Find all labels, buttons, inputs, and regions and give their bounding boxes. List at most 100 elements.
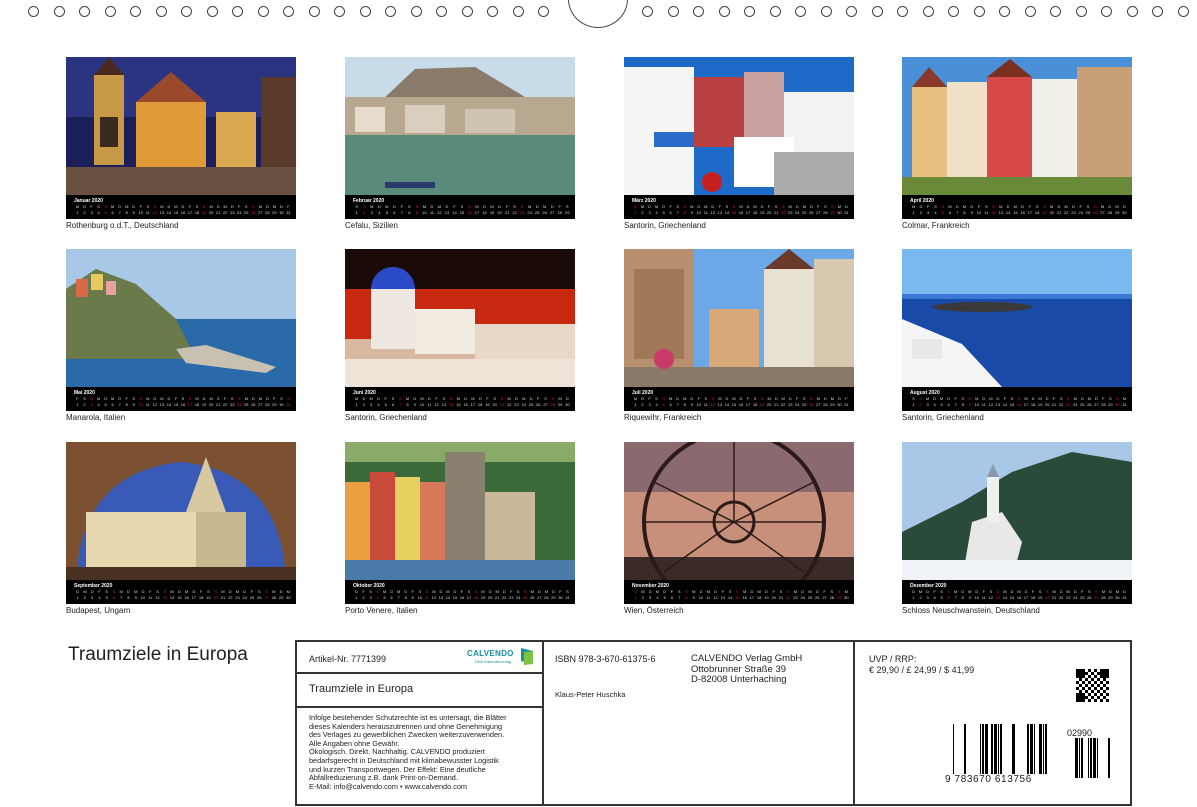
calendar-day: S7 — [676, 204, 680, 215]
calendar-day: S5 — [104, 204, 107, 215]
calendar-day: S5 — [662, 396, 665, 407]
calendar-day: D 24 — [1073, 589, 1078, 600]
binder-hole — [104, 6, 116, 17]
calendar-day: D5 — [663, 589, 667, 600]
calendar-day: D1 — [76, 589, 80, 600]
calendar-day: S 26 — [1093, 204, 1098, 215]
calendar-day: S 29 — [830, 204, 835, 215]
publisher-line: CALVENDO Verlag GmbH — [691, 653, 803, 664]
calendar-day: D 21 — [215, 396, 221, 407]
calendar-day: S 11 — [984, 204, 989, 215]
isbn: ISBN 978-3-670-61375-6 — [555, 654, 656, 664]
calendar-day: F 12 — [434, 396, 439, 407]
calendar-day: D 11 — [429, 204, 434, 215]
article-number: Artikel-Nr. 7771399 — [309, 654, 387, 664]
photo-caption: Porto Venere, Italien — [345, 606, 418, 615]
photo-caption: Schloss Neuschwanstein, Deutschland — [902, 606, 1040, 615]
calendar-day: F 17 — [187, 204, 193, 215]
binder-hole — [769, 6, 781, 17]
calendar-day: D 17 — [1023, 589, 1029, 600]
calendar-day: D 30 — [565, 396, 570, 407]
calendar-day: M 21 — [220, 589, 226, 600]
calendar-day: D 24 — [795, 204, 800, 215]
publisher-line: D-82008 Unterhaching — [691, 674, 787, 685]
calendar-day: S 15 — [735, 589, 740, 600]
calendar-day: M1 — [911, 204, 916, 215]
calendar-day: D 28 — [265, 396, 270, 407]
calendar-day: M 16 — [184, 589, 189, 600]
calendar-day: F 25 — [249, 589, 255, 600]
calendar-day: M 30 — [837, 204, 842, 215]
calendar-day: M 31 — [1122, 396, 1127, 407]
binder-hole — [922, 6, 934, 17]
calendar-day: M 22 — [506, 396, 512, 407]
calendar-day: D 19 — [201, 396, 207, 407]
calendar-day: D7 — [955, 204, 959, 215]
calendar-day: S 25 — [802, 396, 807, 407]
calendar-day: M 21 — [1051, 589, 1057, 600]
binder-hole — [232, 6, 243, 17]
calendar-day: S 22 — [785, 589, 791, 600]
binder-hole — [359, 6, 371, 17]
calendar-day: F7 — [400, 204, 404, 215]
binder-hole — [1075, 6, 1087, 17]
calendar-day: M 15 — [731, 396, 737, 407]
photo-caption: Manarola, Italien — [66, 413, 126, 422]
calendar-day: M 15 — [173, 204, 179, 215]
binder-hole — [410, 6, 422, 17]
calendar-day: M 12 — [988, 396, 994, 407]
calendar-day: M3 — [925, 396, 930, 407]
calendar-day: M 27 — [258, 204, 263, 215]
calendar-day: D3 — [90, 589, 94, 600]
calendar-day: F 28 — [557, 204, 562, 215]
calendar-day: S 30 — [279, 396, 284, 407]
photo-caption: Santorin, Griechenland — [345, 413, 427, 422]
calendar-day: D 14 — [166, 204, 172, 215]
calendar-day: S3 — [90, 396, 93, 407]
calendar-day: S2 — [919, 396, 922, 407]
calendar-day: S 12 — [155, 589, 160, 600]
calendar-day: M 15 — [1013, 204, 1018, 215]
calendar-day: D 14 — [724, 396, 730, 407]
calvendo-logo: CALVENDO Dein Kalenderverlag — [465, 648, 543, 672]
photo-caption: Colmar, Frankreich — [902, 221, 970, 230]
calendar-day: M 23 — [787, 204, 793, 215]
calendar-day: M 18 — [194, 396, 200, 407]
calendar-day: D2 — [641, 396, 644, 407]
calendar-day: F3 — [648, 396, 651, 407]
calendar-day: M9 — [692, 589, 696, 600]
photo-caption: Riquewihr, Frankreich — [624, 413, 702, 422]
calendar-day: M 17 — [1023, 396, 1029, 407]
calendar-day: M5 — [939, 396, 944, 407]
calendar-day: M 25 — [244, 396, 249, 407]
calendar-day: D 29 — [1108, 589, 1113, 600]
calendar-day: S1 — [355, 204, 359, 215]
calendar-day: M8 — [683, 396, 687, 407]
calendar-day: M 24 — [527, 204, 532, 215]
month-calendar-strip: Oktober 2020 D 1 F 2 S 3 S 4 M 5 D 6 M 7 D 8 F 9 S 10 S 11 M 12 D… — [345, 580, 575, 604]
binder-hole — [744, 6, 755, 17]
calendar-day: S 27 — [264, 589, 269, 600]
calendar-day: S 18 — [752, 396, 758, 407]
month-photo — [902, 442, 1132, 580]
month-calendar-strip: März 2020 S 1 M 2 D 3 M 4 D 5 F 6 S 7 S 8 M 9 D 10 M 11 D 12 F 13 S… — [624, 195, 854, 219]
calendar-day: M 29 — [272, 204, 277, 215]
calendar-day: M 15 — [456, 396, 461, 407]
calendar-day: M 24 — [1073, 396, 1078, 407]
calendar-day: S1 — [912, 396, 915, 407]
calendar-day: D 23 — [787, 396, 793, 407]
calendar-day: S 26 — [251, 204, 256, 215]
calendar-day: S 19 — [206, 589, 211, 600]
calendar-day: D 23 — [1071, 204, 1076, 215]
calendar-day: D 27 — [1094, 396, 1099, 407]
calendar-day: D4 — [933, 396, 937, 407]
calendar-day: M 19 — [1037, 396, 1043, 407]
binder-hole — [693, 6, 704, 17]
calendar-day: D 16 — [180, 204, 186, 215]
calendar-day: D2 — [919, 204, 923, 215]
calendar-day: S 18 — [1034, 204, 1040, 215]
calendar-day: M 30 — [286, 589, 291, 600]
calendar-day: M 22 — [780, 396, 786, 407]
calendar-day: D 26 — [251, 396, 256, 407]
calendar-day: D 26 — [809, 204, 814, 215]
